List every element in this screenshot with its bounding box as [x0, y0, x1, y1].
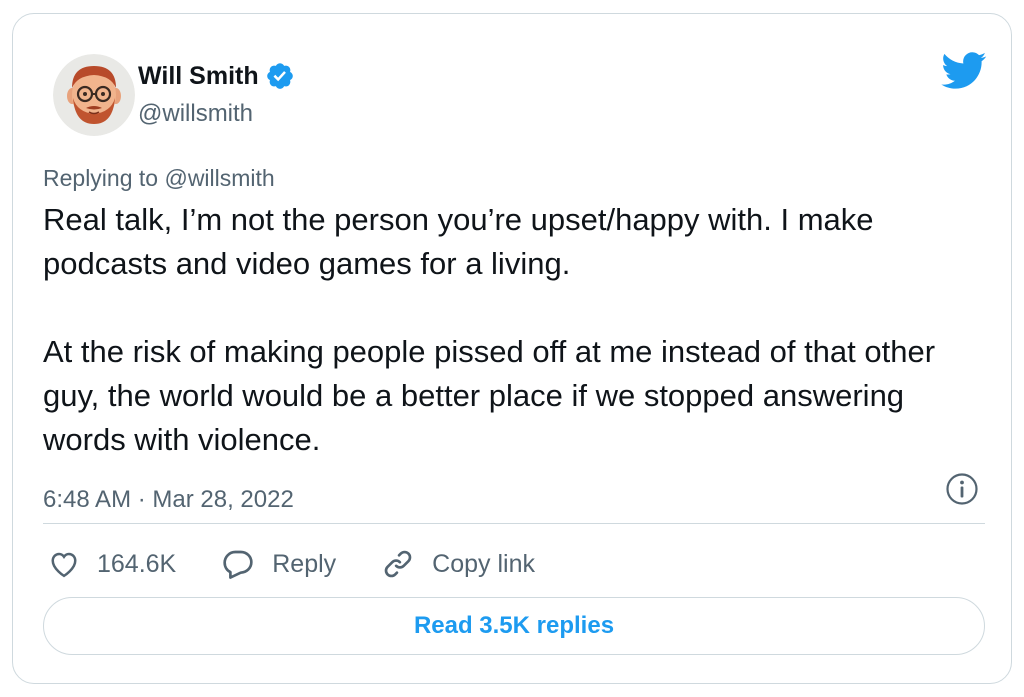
- tweet-paragraph-1: Real talk, I’m not the person you’re ups…: [43, 202, 874, 281]
- avatar-memoji: [53, 54, 135, 136]
- speech-bubble-icon: [222, 549, 254, 579]
- reply-button[interactable]: Reply: [222, 549, 336, 579]
- heart-icon: [49, 550, 79, 578]
- copy-link-button[interactable]: Copy link: [382, 548, 535, 580]
- tweet-timestamp[interactable]: 6:48 AM · Mar 28, 2022: [43, 486, 294, 514]
- author-name[interactable]: Will Smith: [138, 62, 259, 91]
- read-replies-button[interactable]: Read 3.5K replies: [43, 597, 985, 655]
- tweet-card: Will Smith @willsmith Replying to @wills…: [12, 13, 1012, 684]
- like-button[interactable]: 164.6K: [49, 550, 176, 579]
- link-icon: [382, 548, 414, 580]
- replying-to: Replying to @willsmith: [43, 165, 275, 192]
- info-icon[interactable]: [945, 472, 979, 506]
- divider: [43, 523, 985, 524]
- twitter-bird-icon[interactable]: [941, 52, 987, 90]
- tweet-text: Real talk, I’m not the person you’re ups…: [43, 198, 943, 462]
- tweet-paragraph-2: At the risk of making people pissed off …: [43, 334, 936, 457]
- reply-label: Reply: [272, 549, 337, 578]
- replying-prefix: Replying to: [43, 165, 165, 191]
- author-name-row: Will Smith: [138, 61, 295, 91]
- avatar[interactable]: [53, 54, 135, 136]
- replying-handle-link[interactable]: @willsmith: [164, 165, 274, 191]
- tweet-actions: 164.6K Reply Copy link: [49, 544, 581, 584]
- copy-link-label: Copy link: [432, 549, 535, 578]
- like-count: 164.6K: [97, 549, 177, 578]
- author-handle[interactable]: @willsmith: [138, 100, 253, 128]
- verified-badge-icon: [265, 61, 295, 91]
